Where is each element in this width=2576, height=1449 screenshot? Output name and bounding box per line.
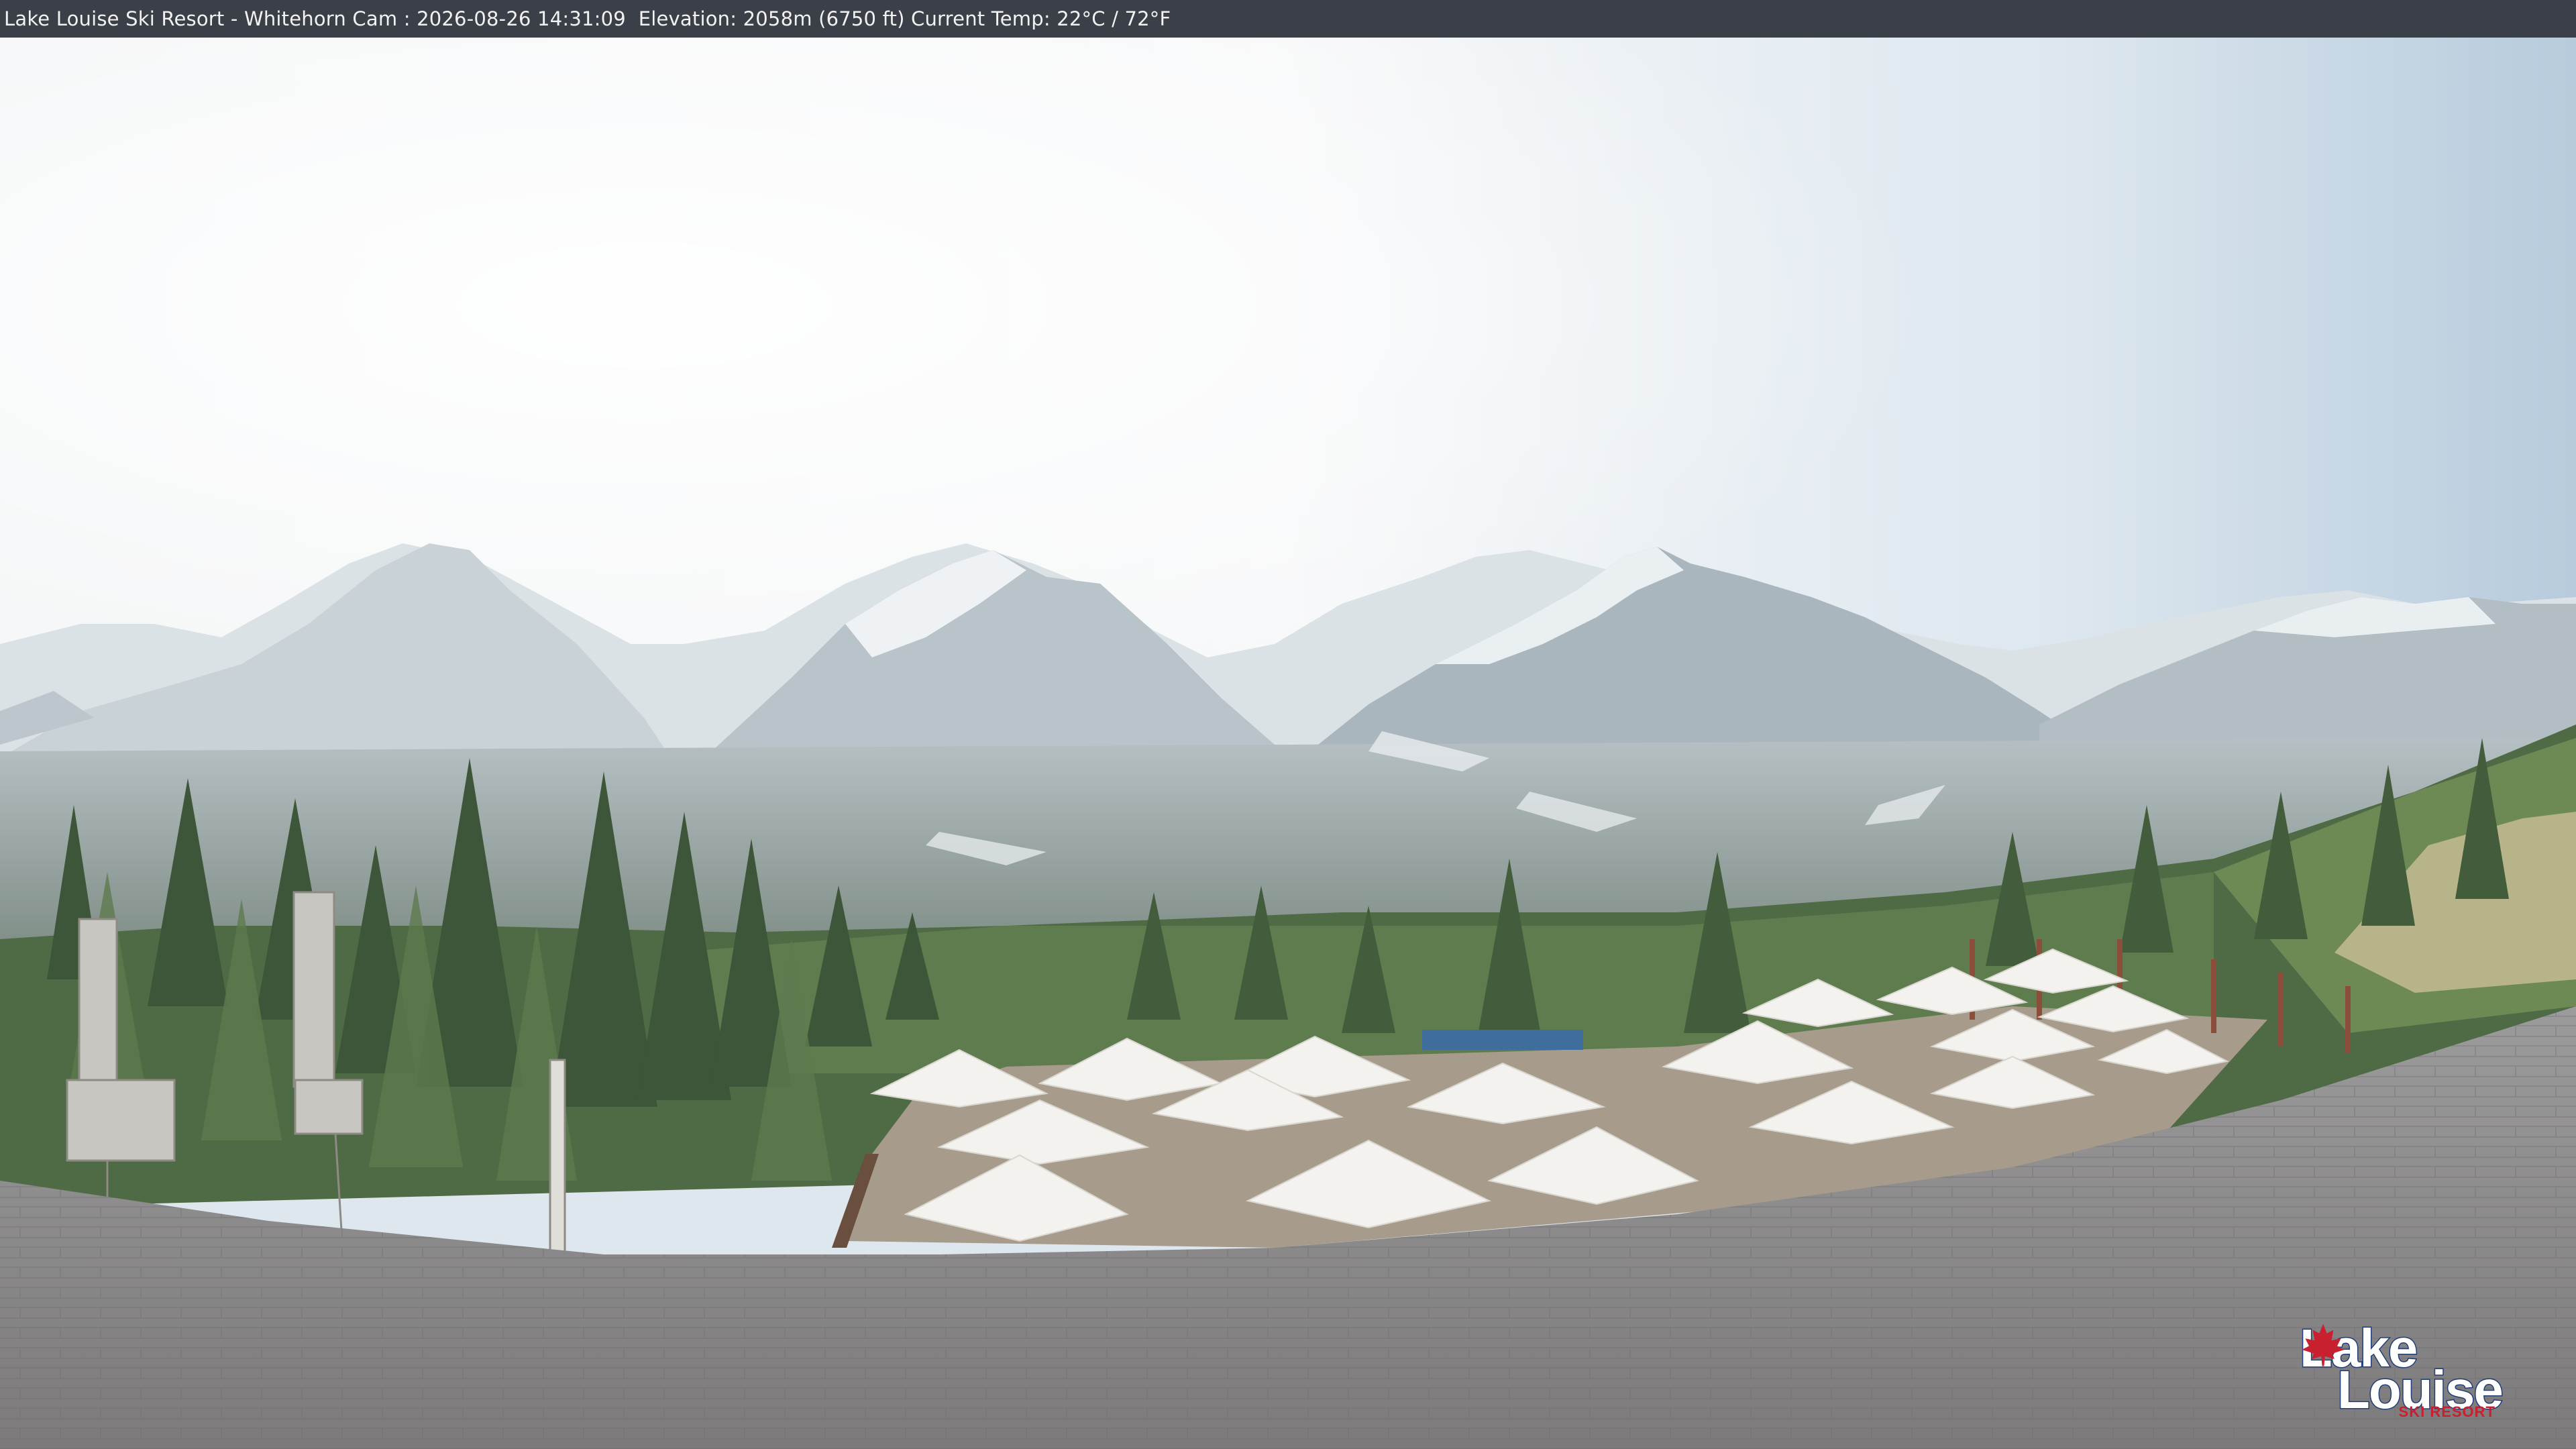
lake-louise-logo: Lake Louise SKI RESORT <box>2298 1320 2504 1422</box>
logo-line-ski-resort: SKI RESORT <box>2398 1403 2496 1420</box>
roof-pole <box>549 1059 566 1263</box>
deck-sign <box>1422 1030 1583 1050</box>
caption-text: Lake Louise Ski Resort - Whitehorn Cam :… <box>4 7 1171 30</box>
webcam-image <box>0 0 2576 1449</box>
caption-bar: Lake Louise Ski Resort - Whitehorn Cam :… <box>0 0 2576 38</box>
webcam-scene: Lake Louise Ski Resort - Whitehorn Cam :… <box>0 0 2576 1449</box>
